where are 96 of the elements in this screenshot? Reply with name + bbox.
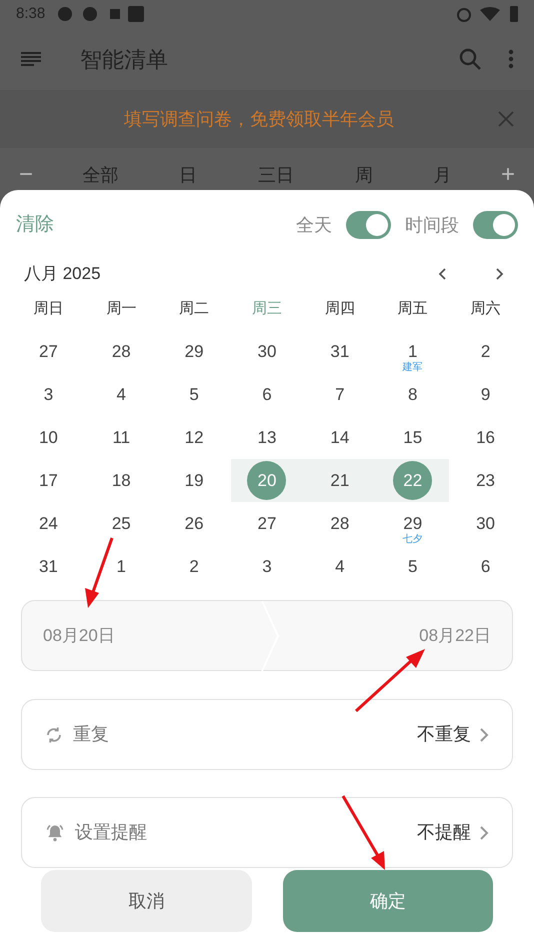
- day-number: 31: [330, 342, 350, 362]
- holiday-note: 建军: [402, 363, 423, 373]
- day-number: 29: [403, 514, 422, 534]
- day-number: 19: [184, 470, 204, 490]
- option-value: 不重复: [417, 723, 471, 746]
- month-label: 八月 2025: [24, 263, 101, 286]
- selected-day[interactable]: 20: [247, 461, 286, 500]
- status-time: 8:38: [16, 4, 46, 24]
- alarm-icon: [456, 6, 472, 22]
- view-tab[interactable]: 周: [354, 162, 373, 188]
- divider-chevron-icon: [260, 601, 280, 671]
- weekday-label: 周日: [32, 298, 64, 319]
- day-number: 4: [335, 556, 345, 576]
- pointer-arrow: [85, 538, 114, 608]
- toggle-switch[interactable]: [473, 211, 518, 239]
- chevron-right-icon: [479, 726, 489, 742]
- day-number: 11: [112, 428, 130, 448]
- chevron-right-icon: [479, 824, 489, 840]
- menu-icon[interactable]: [20, 50, 42, 68]
- day-number: 10: [38, 428, 58, 448]
- previous-month-icon[interactable]: [438, 267, 448, 281]
- day-number: 28: [112, 342, 131, 362]
- bell-icon: [45, 822, 65, 842]
- weekday-label: 周二: [178, 298, 210, 319]
- pointer-arrow: [355, 649, 425, 712]
- day-number: 21: [330, 470, 350, 490]
- day-number: 26: [184, 514, 204, 534]
- search-icon[interactable]: [458, 47, 482, 71]
- day-number: 23: [476, 470, 496, 490]
- day-number: 29: [184, 342, 204, 362]
- view-tab[interactable]: 日: [179, 162, 198, 188]
- day-number: 5: [408, 556, 418, 576]
- app-notification-icon: [57, 6, 74, 22]
- day-number: 31: [38, 556, 58, 576]
- day-number: 2: [189, 556, 199, 576]
- option-value: 不提醒: [417, 821, 471, 844]
- day-number: 28: [330, 514, 350, 534]
- holiday-note: 七夕: [402, 535, 423, 545]
- option-label: 设置提醒: [75, 821, 147, 844]
- day-number: 3: [44, 384, 54, 404]
- day-number: 16: [476, 428, 496, 448]
- next-month-icon[interactable]: [494, 267, 504, 281]
- day-number: 27: [258, 514, 276, 534]
- view-tab[interactable]: 全部: [82, 162, 118, 188]
- day-number: 24: [38, 514, 58, 534]
- option-label: 重复: [73, 723, 109, 746]
- plus-button[interactable]: +: [482, 157, 534, 193]
- day-number: 27: [38, 342, 58, 362]
- repeat-icon: [45, 726, 63, 744]
- confirm-button[interactable]: 确定: [283, 870, 493, 932]
- day-number: 1: [116, 556, 126, 576]
- day-number: 6: [262, 384, 272, 404]
- square-notification-icon: [128, 6, 144, 22]
- day-number: 1: [408, 342, 418, 362]
- toggle-label: 全天: [296, 214, 332, 236]
- day-number: 17: [38, 470, 58, 490]
- day-number: 14: [330, 428, 350, 448]
- day-number: 2: [480, 342, 490, 362]
- selected-day[interactable]: 22: [393, 461, 432, 500]
- day-number: 25: [112, 514, 131, 534]
- toggle-switch[interactable]: [346, 211, 391, 239]
- day-number: 6: [480, 556, 490, 576]
- day-number: 18: [112, 470, 131, 490]
- day-number: 15: [403, 428, 422, 448]
- weekday-label: 周一: [105, 298, 138, 319]
- clear-button[interactable]: 清除: [16, 210, 54, 240]
- end-date[interactable]: 08月22日: [419, 622, 491, 648]
- cancel-button[interactable]: 取消: [41, 870, 252, 932]
- day-number: 30: [258, 342, 276, 362]
- day-number: 13: [258, 428, 276, 448]
- day-number: 3: [262, 556, 272, 576]
- day-number: 9: [480, 384, 490, 404]
- more-icon[interactable]: [508, 49, 514, 69]
- battery-icon: [510, 6, 518, 22]
- start-date[interactable]: 08月20日: [43, 622, 115, 648]
- weekday-label: 周六: [470, 298, 502, 319]
- day-number: 7: [335, 384, 345, 404]
- day-number: 4: [116, 384, 126, 404]
- close-icon[interactable]: [498, 111, 514, 127]
- weekday-label: 周四: [324, 298, 356, 319]
- day-number: 8: [408, 384, 418, 404]
- option-row[interactable]: 重复 不重复: [21, 699, 513, 770]
- date-range-field[interactable]: 08月20日 08月22日: [21, 600, 513, 671]
- weekday-label: 周三: [250, 298, 283, 319]
- view-tab[interactable]: 三日: [258, 162, 294, 188]
- view-tab[interactable]: 月: [434, 162, 452, 188]
- day-number: 30: [476, 514, 496, 534]
- minus-button[interactable]: −: [0, 157, 52, 193]
- day-number: 5: [189, 384, 199, 404]
- wifi-icon: [480, 7, 500, 21]
- app-title: 智能清单: [80, 46, 168, 74]
- option-row[interactable]: 设置提醒 不提醒: [21, 797, 513, 868]
- toggle-label: 时间段: [405, 214, 459, 236]
- weekday-label: 周五: [396, 298, 429, 319]
- day-number: 12: [184, 428, 204, 448]
- app-notification-icon: [82, 6, 98, 22]
